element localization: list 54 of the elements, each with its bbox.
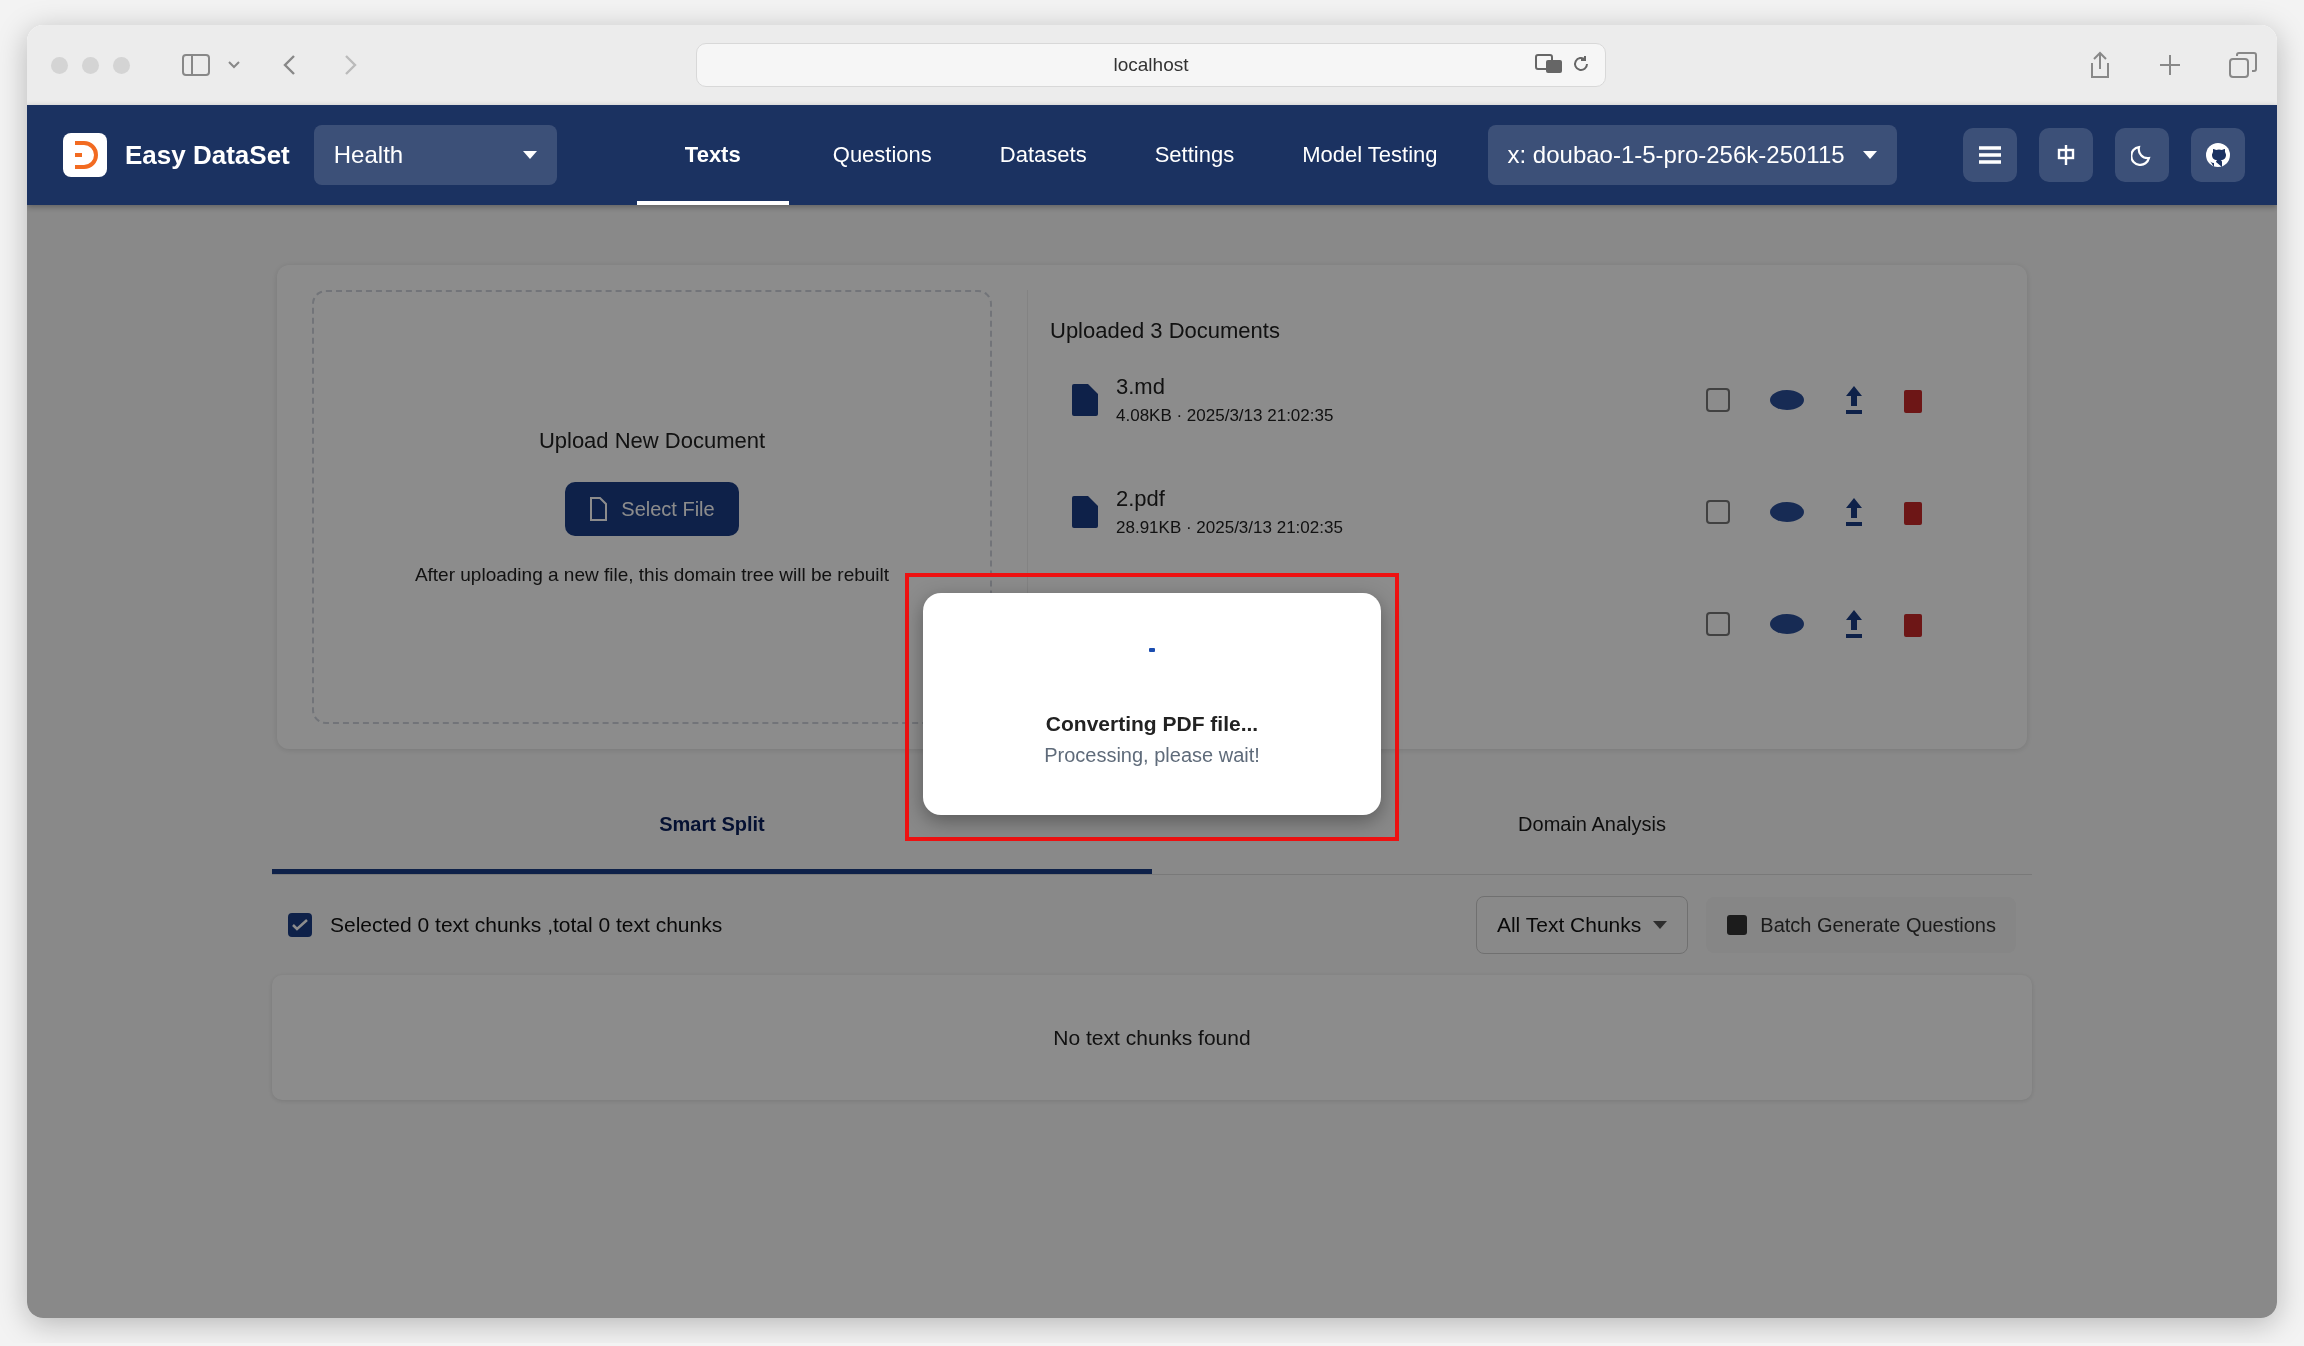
- file-icon: [589, 497, 608, 521]
- model-select[interactable]: x: doubao-1-5-pro-256k-250115: [1487, 125, 1897, 185]
- document-name: 2.pdf: [1116, 486, 1166, 512]
- tabs-icon[interactable]: [2229, 52, 2257, 78]
- nav-tab[interactable]: Model Testing: [1278, 105, 1462, 205]
- spinner-icon: [1149, 648, 1155, 652]
- caret-icon: [522, 151, 537, 159]
- delete-icon[interactable]: [1904, 611, 1922, 637]
- address-bar[interactable]: localhost: [696, 43, 1606, 87]
- caret-icon: [1862, 151, 1877, 159]
- nav-tab[interactable]: Datasets: [975, 105, 1111, 205]
- document-checkbox[interactable]: [1706, 388, 1730, 412]
- reload-icon[interactable]: [1571, 54, 1591, 74]
- app-name: Easy DataSet: [125, 139, 290, 171]
- document-meta: 28.91KB · 2025/3/13 21:02:35: [1116, 518, 1344, 538]
- url-text: localhost: [1113, 54, 1189, 76]
- language-button[interactable]: [2039, 128, 2093, 182]
- check-icon: [292, 919, 308, 931]
- file-icon: [1072, 384, 1098, 416]
- document-checkbox[interactable]: [1706, 500, 1730, 524]
- translate-icon[interactable]: [1535, 54, 1563, 74]
- document-meta: 4.08KB · 2025/3/13 21:02:35: [1116, 406, 1335, 426]
- file-icon: [1072, 496, 1098, 528]
- delete-icon[interactable]: [1904, 387, 1922, 413]
- github-icon: [2205, 142, 2231, 168]
- list-button[interactable]: [1963, 128, 2017, 182]
- moon-icon: [2131, 144, 2153, 166]
- sidebar-icon[interactable]: [182, 54, 210, 76]
- theme-button[interactable]: [2115, 128, 2169, 182]
- chevron-down-icon[interactable]: [228, 61, 240, 69]
- nav-tab[interactable]: Settings: [1130, 105, 1259, 205]
- github-button[interactable]: [2191, 128, 2245, 182]
- caret-icon: [1653, 921, 1668, 929]
- upload-hint: After uploading a new file, this domain tree will be rebuilt: [414, 564, 890, 586]
- project-select[interactable]: Health: [313, 125, 557, 185]
- back-icon[interactable]: [282, 54, 296, 76]
- upload-title: Upload New Document: [538, 428, 766, 454]
- dialog-message: Processing, please wait!: [1044, 744, 1260, 767]
- select-file-button[interactable]: Select File: [565, 482, 739, 536]
- dialog-title: Converting PDF file...: [1045, 712, 1259, 736]
- documents-title: Uploaded 3 Documents: [1050, 318, 1281, 344]
- share-icon[interactable]: [2089, 51, 2111, 79]
- plus-icon[interactable]: [2159, 54, 2181, 76]
- list-icon: [1979, 146, 2001, 164]
- nav-tab[interactable]: Questions: [808, 105, 956, 205]
- empty-state: No text chunks found: [272, 975, 2032, 1100]
- logo-icon: [72, 140, 98, 170]
- document-name: 3.md: [1116, 374, 1166, 400]
- chunk-filter-select[interactable]: All Text Chunks: [1475, 896, 1689, 954]
- select-all-checkbox[interactable]: [288, 913, 312, 937]
- delete-icon[interactable]: [1904, 499, 1922, 525]
- document-checkbox[interactable]: [1706, 612, 1730, 636]
- language-icon: [2057, 145, 2075, 165]
- selection-summary: Selected 0 text chunks ,total 0 text chunks: [330, 913, 724, 937]
